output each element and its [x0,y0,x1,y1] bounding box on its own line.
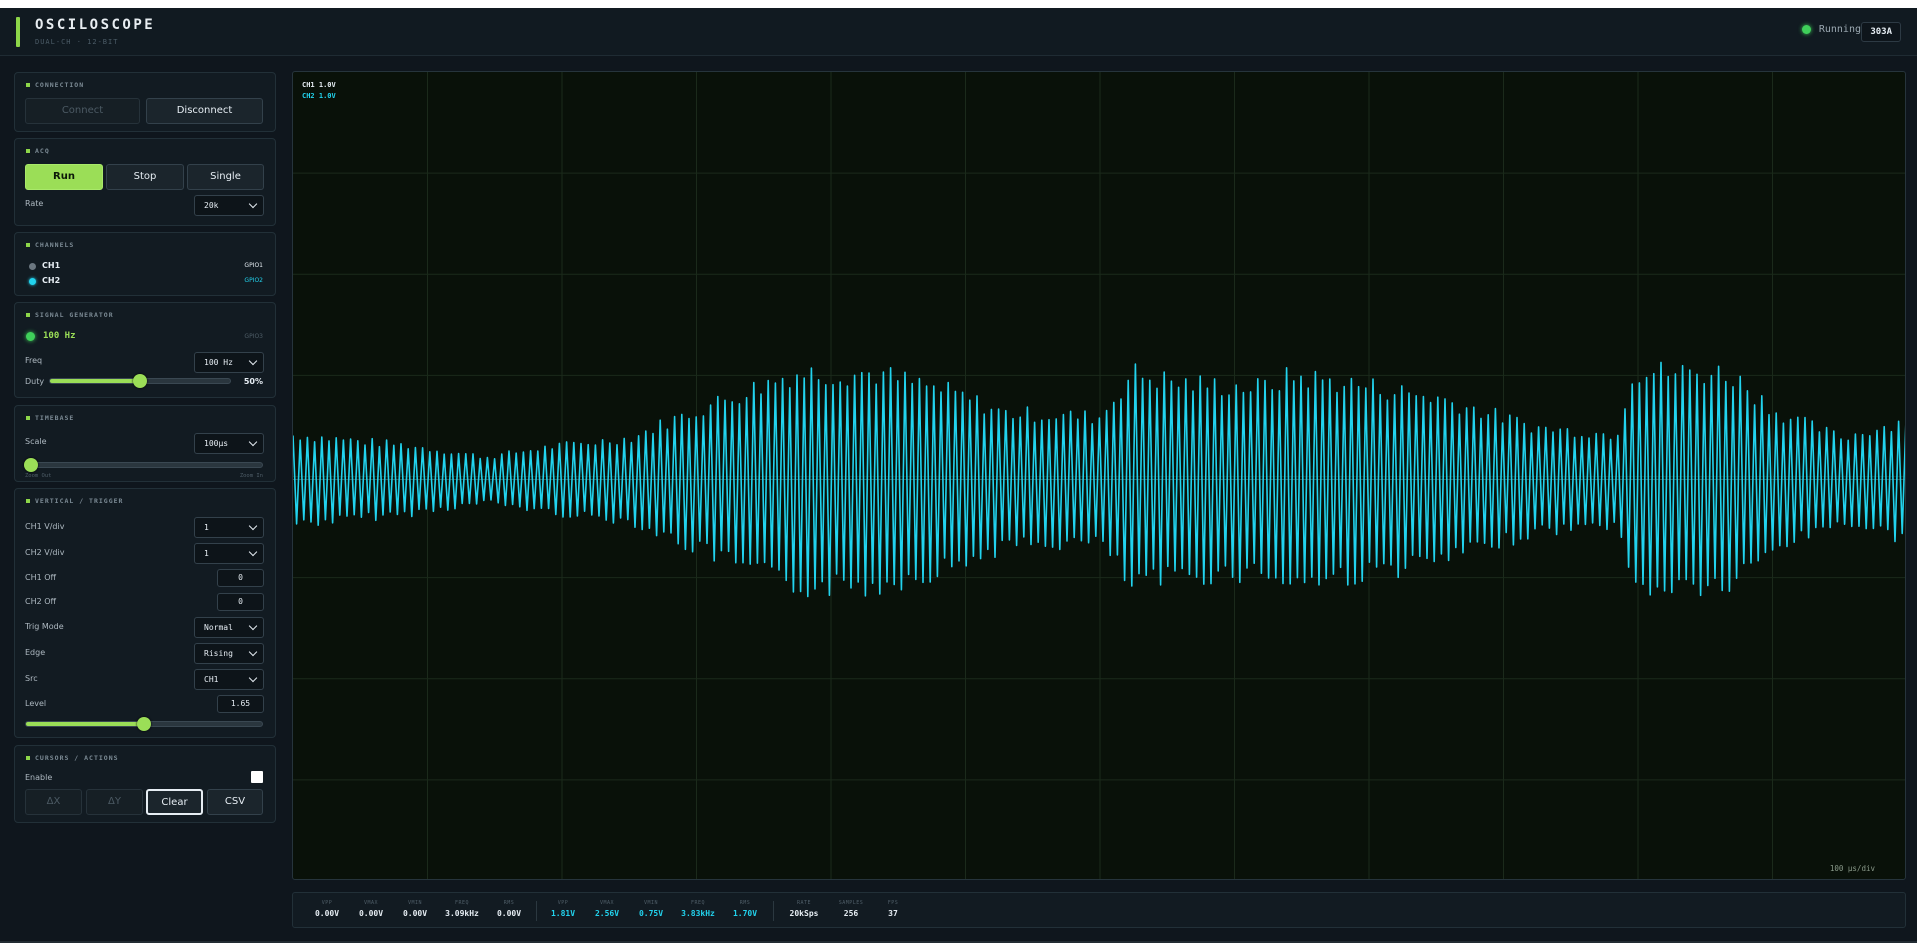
freq-label: Freq [25,356,43,365]
measure-separator [536,901,537,921]
ch2-label[interactable]: CH2 [42,276,60,285]
src-select[interactable]: CH1 [194,669,264,690]
panel-title: TIMEBASE [26,414,74,422]
scale-label: Scale [25,437,47,446]
stat-fps: FPS 37 [887,900,899,918]
ch1-scale-tag: CH1 1.0V [302,81,336,89]
panel-vertical-trigger: VERTICAL / TRIGGER CH1 V/div 1 CH2 V/div… [14,488,276,738]
duty-slider-fill [50,379,140,383]
panel-channels: CHANNELS CH1 GPIO1 CH2 GPIO2 [14,232,276,296]
delta-y-button[interactable]: ΔY [86,789,143,815]
ch1-toggle-icon[interactable] [29,263,36,270]
oscilloscope-app: OSCILOSCOPE DUAL-CH · 12-BIT Running 303… [0,8,1917,943]
ch1-offset-label: CH1 Off [25,573,57,582]
run-status: Running [1801,24,1861,35]
edge-label: Edge [25,648,46,657]
scope-waveform-canvas [293,72,1905,879]
freq-select[interactable]: 100 Hz [194,352,264,373]
header: OSCILOSCOPE DUAL-CH · 12-BIT Running 303… [0,8,1917,56]
level-slider-fill [26,722,144,726]
ch1-label[interactable]: CH1 [42,261,60,270]
app-subtitle: DUAL-CH · 12-BIT [35,38,119,46]
ch2-offset-input[interactable]: 0 [217,593,264,611]
ch2-measure-freq: FREQ 3.83kHz [681,900,715,918]
ch1-pin: GPIO1 [244,262,263,269]
ch2-scale-tag: CH2 1.0V [302,92,336,100]
ch2-toggle-icon[interactable] [29,278,36,285]
ch2-vdiv-select[interactable]: 1 [194,543,264,564]
ch1-offset-input[interactable]: 0 [217,569,264,587]
ch2-measure-vpp: VPP 1.81V [550,900,576,918]
panel-connection: CONNECTION Connect Disconnect [14,72,276,132]
stat-rate: RATE 20kSps [789,900,819,918]
disconnect-button[interactable]: Disconnect [146,98,263,124]
ch1-vdiv-select[interactable]: 1 [194,517,264,538]
level-slider[interactable] [25,717,263,731]
ch2-measure-rms: RMS 1.70V [732,900,758,918]
level-label: Level [25,699,47,708]
ch1-measure-vmax: VMAX 0.00V [358,900,384,918]
app-title: OSCILOSCOPE [35,17,156,33]
measurements-bar: VPP 0.00V VMAX 0.00V VMIN 0.00V FREQ 3.09kHz… [292,892,1906,928]
duty-label: Duty [25,377,45,386]
rate-select[interactable]: 20k [194,195,264,216]
level-slider-thumb[interactable] [137,717,151,731]
connect-button[interactable]: Connect [25,98,140,124]
panel-title: CURSORS / ACTIONS [26,754,119,762]
scope-display[interactable]: CH1 1.0V CH2 1.0V 100 µs/div [292,71,1906,880]
ch2-vdiv-label: CH2 V/div [25,548,65,557]
trig-mode-label: Trig Mode [25,622,64,631]
brand-accent-bar [16,17,20,47]
duty-value: 50% [243,377,263,386]
panel-title: CONNECTION [26,81,84,89]
status-text: Running [1818,24,1861,35]
panel-title: VERTICAL / TRIGGER [26,497,123,505]
status-dot-icon [1801,25,1811,34]
ch2-measure-vmin: VMIN 0.75V [638,900,664,918]
ch1-measure-freq: FREQ 3.09kHz [445,900,479,918]
stop-button[interactable]: Stop [106,164,184,190]
browser-strip [0,0,1917,8]
delta-x-button[interactable]: ΔX [25,789,82,815]
time-per-div-label: 100 µs/div [1829,864,1875,873]
panel-acq: ACQ Run Stop Single Rate 20k [14,138,276,226]
cursor-enable-checkbox[interactable] [251,771,263,783]
ch2-measure-vmax: VMAX 2.56V [594,900,620,918]
panel-timebase: TIMEBASE Scale 100µs Zoom Out Zoom In [14,405,276,482]
trig-mode-select[interactable]: Normal [194,617,264,638]
panel-signal-generator: SIGNAL GENERATOR 100 Hz GPIO3 Freq 100 H… [14,302,276,398]
device-badge: 303A [1861,22,1901,42]
level-input[interactable]: 1.65 [217,695,264,713]
scale-select[interactable]: 100µs [194,433,264,454]
ch2-offset-label: CH2 Off [25,597,57,606]
single-button[interactable]: Single [187,164,264,190]
panel-title: ACQ [26,147,50,155]
zoom-slider[interactable] [23,458,263,472]
src-label: Src [25,674,38,683]
ch1-measure-vmin: VMIN 0.00V [402,900,428,918]
panel-title: CHANNELS [26,241,74,249]
ch2-pin: GPIO2 [244,277,263,284]
ch1-vdiv-label: CH1 V/div [25,522,65,531]
zoom-slider-thumb[interactable] [23,458,38,472]
panel-cursors-actions: CURSORS / ACTIONS Enable ΔX ΔY Clear CSV [14,745,276,823]
run-button[interactable]: Run [25,164,103,190]
clear-button[interactable]: Clear [146,789,203,815]
panel-title: SIGNAL GENERATOR [26,311,114,319]
zoom-out-label: Zoom Out [25,473,52,479]
cursor-enable-label: Enable [25,773,53,782]
stat-samples: SAMPLES 256 [838,900,864,918]
rate-label: Rate [25,199,44,208]
ch1-measure-vpp: VPP 0.00V [314,900,340,918]
duty-slider-thumb[interactable] [133,374,147,388]
generator-readout: 100 Hz [43,331,76,341]
csv-export-button[interactable]: CSV [207,789,263,815]
duty-slider[interactable] [49,374,231,388]
measure-separator [773,901,774,921]
edge-select[interactable]: Rising [194,643,264,664]
generator-pin: GPIO3 [244,333,263,340]
ch1-measure-rms: RMS 0.00V [496,900,522,918]
generator-on-icon[interactable] [26,332,35,341]
zoom-in-label: Zoom In [239,473,263,479]
